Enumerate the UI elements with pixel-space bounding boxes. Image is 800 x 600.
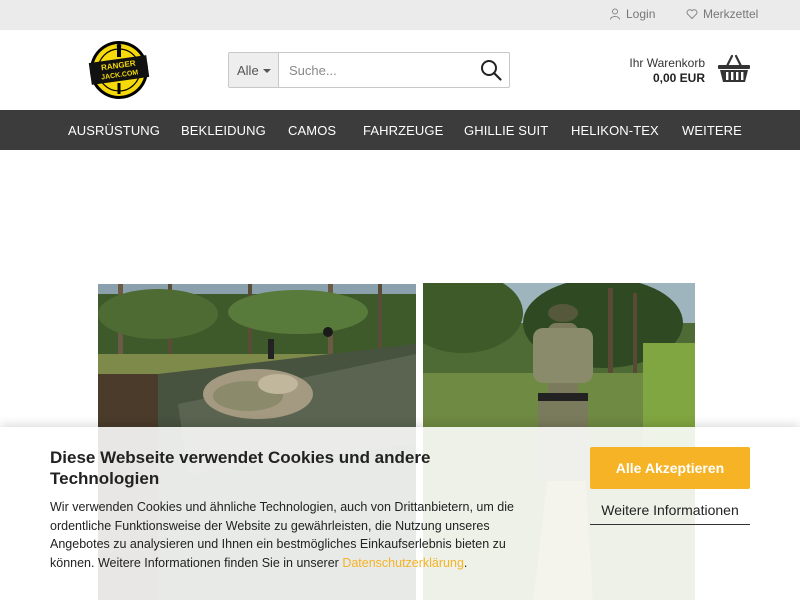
cookie-title: Diese Webseite verwendet Cookies und and… (50, 448, 431, 488)
search-category-dropdown[interactable]: Alle (229, 53, 279, 87)
search-category-label: Alle (237, 62, 259, 78)
caret-down-icon (262, 68, 271, 73)
nav-item-ausruestung[interactable]: AUSRÜSTUNG (68, 123, 160, 138)
cart-summary[interactable]: Ihr Warenkorb 0,00 EUR (600, 56, 705, 85)
privacy-policy-link[interactable]: Datenschutzerklärung (342, 556, 464, 570)
nav-item-camos[interactable]: CAMOS (288, 123, 336, 138)
more-info-link[interactable]: Weitere Informationen (590, 499, 750, 525)
main-navigation: AUSRÜSTUNG BEKLEIDUNG CAMOS FAHRZEUGE GH… (0, 110, 800, 150)
wishlist-link[interactable]: Merkzettel (686, 7, 758, 21)
wishlist-label: Merkzettel (703, 7, 759, 21)
cart-total: 0,00 EUR (652, 71, 705, 85)
search-bar: Alle (228, 52, 510, 88)
search-input[interactable] (279, 53, 473, 87)
cookie-text: Wir verwenden Cookies und ähnliche Techn… (50, 498, 540, 572)
search-button[interactable] (473, 53, 509, 87)
top-bar: Login Merkzettel (0, 0, 800, 30)
cookie-banner: Diese Webseite verwendet Cookies und and… (0, 427, 800, 600)
user-icon (610, 8, 620, 20)
nav-item-weitere[interactable]: WEITERE (682, 123, 742, 138)
basket-icon[interactable] (717, 54, 751, 84)
login-label: Login (626, 7, 656, 21)
cart-label: Ihr Warenkorb (629, 56, 705, 70)
login-link[interactable]: Login (609, 7, 655, 21)
accept-all-button[interactable]: Alle Akzeptieren (590, 447, 750, 489)
cookie-body-end: . (463, 555, 468, 570)
search-icon (481, 60, 502, 81)
nav-item-bekleidung[interactable]: BEKLEIDUNG (181, 123, 266, 138)
nav-item-ghillie-suit[interactable]: GHILLIE SUIT (464, 123, 548, 138)
heart-icon (686, 9, 698, 20)
nav-item-fahrzeuge[interactable]: FAHRZEUGE (363, 123, 443, 138)
ranger-jack-logo[interactable]: RANGER JACK.COM (88, 40, 150, 100)
nav-item-helikon-tex[interactable]: HELIKON-TEX (571, 123, 659, 138)
